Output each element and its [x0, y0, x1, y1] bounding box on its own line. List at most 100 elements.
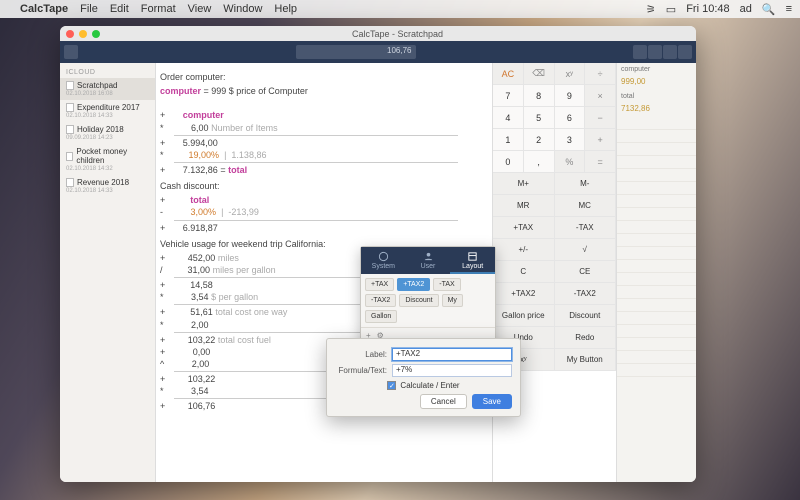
document-icon [66, 125, 74, 134]
key-c[interactable]: C [493, 261, 555, 283]
chip-plus-tax[interactable]: +TAX [365, 278, 394, 291]
variable-value: 7132,86 [617, 103, 696, 117]
document-icon [66, 152, 73, 161]
key-3[interactable]: 3 [555, 129, 586, 151]
sidebar-item-pocket-money[interactable]: Pocket money children 02.10.2018 14:32 [60, 144, 155, 175]
formula-input[interactable]: +7% [392, 364, 512, 377]
chip-gallon[interactable]: Gallon [365, 310, 397, 323]
menu-extra-icon[interactable]: ≡ [786, 3, 792, 15]
keypad: AC ⌫ xʸ ÷ 7 8 9 × 4 5 6 − 1 2 3 + 0 , % … [492, 63, 616, 482]
sidebar: ICLOUD Scratchpad 02.10.2018 16:08 Expen… [60, 63, 156, 482]
key-redo[interactable]: Redo [555, 327, 617, 349]
key-backspace[interactable]: ⌫ [524, 63, 555, 85]
calculate-checkbox[interactable]: ✓ [387, 381, 396, 390]
zoom-icon[interactable] [92, 30, 100, 38]
formula-field-label: Formula/Text: [335, 366, 387, 375]
chip-minus-tax[interactable]: -TAX [433, 278, 460, 291]
key-plus-tax2[interactable]: +TAX2 [493, 283, 555, 305]
edit-button-dialog: Label: +TAX2 Formula/Text: +7% ✓ Calcula… [326, 338, 521, 417]
section-title: Order computer: [160, 71, 486, 83]
key-equals[interactable]: = [585, 151, 616, 173]
key-divide[interactable]: ÷ [585, 63, 616, 85]
battery-icon[interactable]: ▭ [666, 3, 676, 16]
key-minus-tax2[interactable]: -TAX2 [555, 283, 617, 305]
key-9[interactable]: 9 [555, 85, 586, 107]
key-5[interactable]: 5 [524, 107, 555, 129]
panel-tab-system[interactable]: System [361, 247, 406, 274]
key-percent[interactable]: % [555, 151, 586, 173]
key-discount[interactable]: Discount [555, 305, 617, 327]
save-button[interactable]: Save [472, 394, 512, 409]
key-2[interactable]: 2 [524, 129, 555, 151]
mac-menubar: CalcTape File Edit Format View Window He… [0, 0, 800, 18]
close-icon[interactable] [66, 30, 74, 38]
window-title: CalcTape - Scratchpad [105, 29, 690, 39]
document-icon [66, 103, 74, 112]
titlebar: CalcTape - Scratchpad [60, 26, 696, 41]
key-minus[interactable]: − [585, 107, 616, 129]
key-mc[interactable]: MC [555, 195, 617, 217]
panel-tab-layout[interactable]: Layout [450, 247, 495, 274]
calculate-label: Calculate / Enter [400, 381, 459, 390]
key-decimal[interactable]: , [524, 151, 555, 173]
label-input[interactable]: +TAX2 [392, 348, 512, 361]
chip-my[interactable]: My [442, 294, 463, 307]
variables-pane: computer 999,00 total 7132,86 [616, 63, 696, 482]
sidebar-toggle-button[interactable] [64, 45, 78, 59]
variable-name: total [617, 90, 696, 103]
key-1[interactable]: 1 [493, 129, 524, 151]
clock[interactable]: Fri 10:48 [686, 3, 729, 15]
key-6[interactable]: 6 [555, 107, 586, 129]
key-power[interactable]: xʸ [555, 63, 586, 85]
chip-discount[interactable]: Discount [399, 294, 438, 307]
menu-window[interactable]: Window [223, 3, 262, 15]
user-label[interactable]: ad [740, 3, 752, 15]
key-gallon-price[interactable]: Gallon price [493, 305, 555, 327]
key-mplus[interactable]: M+ [493, 173, 555, 195]
key-my-button[interactable]: My Button [555, 349, 617, 371]
key-ce[interactable]: CE [555, 261, 617, 283]
sidebar-item-holiday[interactable]: Holiday 2018 09.09.2018 14:23 [60, 122, 155, 144]
key-4[interactable]: 4 [493, 107, 524, 129]
key-negate[interactable]: +/- [493, 239, 555, 261]
toolbar-button-c[interactable] [663, 45, 677, 59]
key-mminus[interactable]: M- [555, 173, 617, 195]
key-ac[interactable]: AC [493, 63, 524, 85]
key-minus-tax[interactable]: -TAX [555, 217, 617, 239]
key-mr[interactable]: MR [493, 195, 555, 217]
search-icon[interactable]: 🔍 [762, 3, 776, 16]
menu-edit[interactable]: Edit [110, 3, 129, 15]
key-7[interactable]: 7 [493, 85, 524, 107]
wifi-icon[interactable]: ⚞ [646, 3, 656, 16]
menu-file[interactable]: File [80, 3, 98, 15]
app-name[interactable]: CalcTape [20, 3, 68, 15]
key-plus[interactable]: + [585, 129, 616, 151]
key-0[interactable]: 0 [493, 151, 524, 173]
key-multiply[interactable]: × [585, 85, 616, 107]
menu-help[interactable]: Help [274, 3, 297, 15]
key-8[interactable]: 8 [524, 85, 555, 107]
toolbar-button-d[interactable] [678, 45, 692, 59]
document-icon [66, 178, 74, 187]
variable-value: 999,00 [617, 76, 696, 90]
toolbar-button-a[interactable] [633, 45, 647, 59]
sidebar-item-revenue[interactable]: Revenue 2018 02.10.2018 14:33 [60, 175, 155, 197]
document-icon [66, 81, 74, 90]
chip-minus-tax2[interactable]: -TAX2 [365, 294, 396, 307]
panel-tab-user[interactable]: User [406, 247, 451, 274]
result-display: 106,76 [296, 45, 416, 59]
sidebar-item-expenditure[interactable]: Expenditure 2017 02.10.2018 14:33 [60, 100, 155, 122]
label-field-label: Label: [335, 350, 387, 359]
cancel-button[interactable]: Cancel [420, 394, 467, 409]
key-sqrt[interactable]: √ [555, 239, 617, 261]
menu-format[interactable]: Format [141, 3, 176, 15]
chip-plus-tax2[interactable]: +TAX2 [397, 278, 430, 291]
toolbar-button-b[interactable] [648, 45, 662, 59]
minimize-icon[interactable] [79, 30, 87, 38]
menu-view[interactable]: View [188, 3, 212, 15]
key-plus-tax[interactable]: +TAX [493, 217, 555, 239]
section-title: Cash discount: [160, 180, 486, 192]
sidebar-section: ICLOUD [60, 67, 155, 78]
toolbar: 106,76 [60, 41, 696, 63]
sidebar-item-scratchpad[interactable]: Scratchpad 02.10.2018 16:08 [60, 78, 155, 100]
